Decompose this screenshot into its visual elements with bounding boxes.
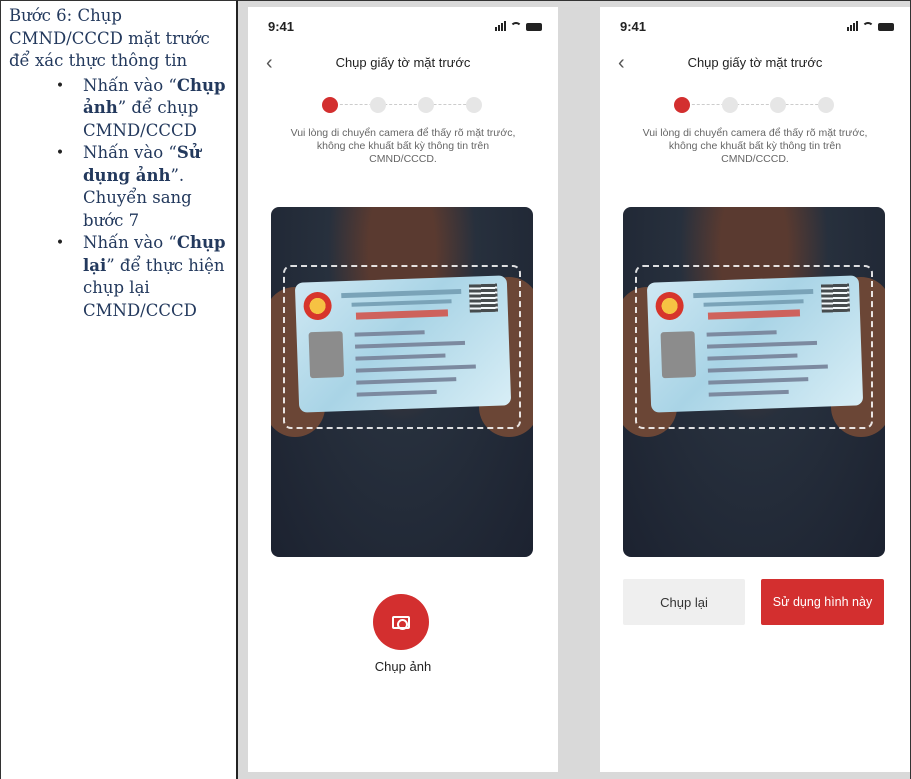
status-time: 9:41 [620, 19, 647, 34]
instruction-cell: Bước 6: Chụp CMND/CCCD mặt trước để xác … [0, 0, 238, 779]
step-title: Bước 6: Chụp CMND/CCCD mặt trước để xác … [9, 6, 210, 70]
progress-line [682, 104, 828, 105]
wifi-icon [510, 22, 522, 31]
document-frame: Bước 6: Chụp CMND/CCCD mặt trước để xác … [0, 0, 911, 779]
status-icons [847, 21, 894, 31]
review-screen: 9:41 ‹ Chụp giấy tờ mặt trước Vui lòng d… [600, 7, 910, 772]
status-icons [495, 21, 542, 31]
step-progress [674, 95, 836, 115]
progress-line [330, 104, 476, 105]
nav-bar: ‹ Chụp giấy tờ mặt trước [600, 47, 910, 83]
progress-dot-active [674, 97, 690, 113]
capture-label: Chụp ảnh [374, 659, 432, 674]
step-item: • Nhấn vào “Sử dụng ảnh”. Chuyển sang bư… [9, 142, 230, 232]
progress-dot [818, 97, 834, 113]
progress-dot [370, 97, 386, 113]
camera-icon [392, 615, 410, 630]
step-item-prefix: Nhấn vào “ [83, 233, 177, 252]
capture-button[interactable] [373, 594, 429, 650]
screen-title: Chụp giấy tờ mặt trước [687, 55, 823, 70]
battery-icon [878, 23, 894, 31]
progress-dot [770, 97, 786, 113]
captured-photo [623, 207, 885, 557]
capture-hint: Vui lòng di chuyển camera để thấy rõ mặt… [290, 127, 516, 165]
battery-icon [526, 23, 542, 31]
signal-icon [495, 21, 506, 31]
status-bar: 9:41 [248, 7, 558, 47]
step-item-prefix: Nhấn vào “ [83, 143, 177, 162]
step-item: • Nhấn vào “Chụp lại” để thực hiện chụp … [9, 232, 230, 322]
step-progress [322, 95, 484, 115]
screenshot-cell: 9:41 ‹ Chụp giấy tờ mặt trước Vui lòng d… [238, 0, 911, 779]
progress-dot [466, 97, 482, 113]
retake-button[interactable]: Chụp lại [623, 579, 745, 625]
nav-bar: ‹ Chụp giấy tờ mặt trước [248, 47, 558, 83]
camera-preview [271, 207, 533, 557]
review-hint: Vui lòng di chuyển camera để thấy rõ mặt… [642, 127, 868, 165]
screen-title: Chụp giấy tờ mặt trước [335, 55, 471, 70]
signal-icon [847, 21, 858, 31]
progress-dot [722, 97, 738, 113]
status-time: 9:41 [268, 19, 295, 34]
progress-dot-active [322, 97, 338, 113]
scan-frame [635, 265, 873, 429]
step-item-prefix: Nhấn vào “ [83, 75, 177, 95]
use-photo-button[interactable]: Sử dụng hình này [761, 579, 884, 625]
step-list: • Nhấn vào “Chụp ảnh” để chụp CMND/CCCD … [9, 75, 230, 323]
scan-frame [283, 265, 521, 429]
status-bar: 9:41 [600, 7, 910, 47]
step-item: • Nhấn vào “Chụp ảnh” để chụp CMND/CCCD [9, 75, 230, 143]
bullet-icon: • [55, 77, 65, 94]
bullet-icon: • [55, 235, 65, 251]
progress-dot [418, 97, 434, 113]
wifi-icon [862, 22, 874, 31]
capture-screen: 9:41 ‹ Chụp giấy tờ mặt trước Vui lòng d… [248, 7, 558, 772]
bullet-icon: • [55, 145, 65, 161]
